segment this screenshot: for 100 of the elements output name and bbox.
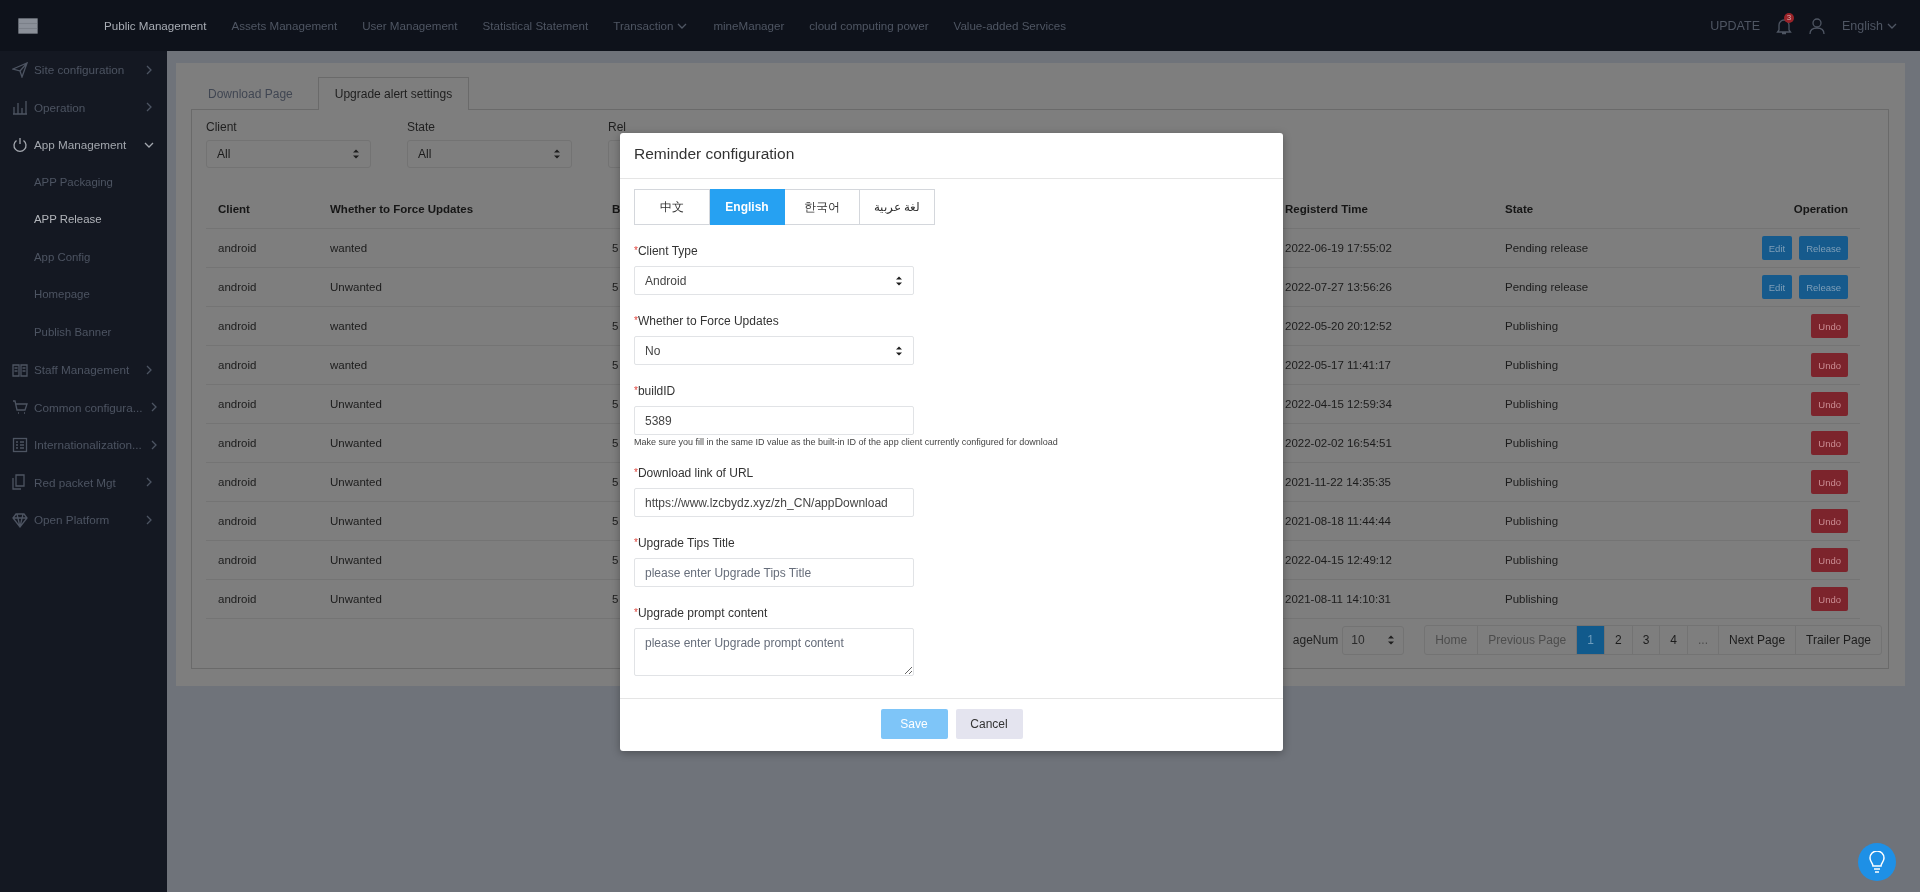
menu-item-icon	[12, 511, 28, 528]
cancel-button[interactable]: Cancel	[955, 709, 1023, 739]
text-area[interactable]: please enter Upgrade prompt content	[634, 628, 914, 676]
submenu-item[interactable]: Homepage	[0, 276, 167, 314]
field-label: buildID	[637, 384, 676, 398]
submenu-item[interactable]: APP Packaging	[0, 163, 167, 201]
user-icon	[1808, 16, 1826, 35]
dropdown-field[interactable]: Android	[634, 266, 914, 295]
language-tab[interactable]: 한국어	[785, 189, 860, 225]
dropdown-field[interactable]: No	[634, 336, 914, 365]
sidebar-item[interactable]: Open Platform	[0, 501, 167, 539]
language-tab[interactable]: English	[710, 189, 785, 225]
undo-button[interactable]: Undo	[1811, 431, 1848, 455]
sidebar-label: App Management	[34, 138, 128, 152]
sidebar-item[interactable]: Red packet Mgt	[0, 463, 167, 501]
menu-item-icon	[12, 399, 28, 416]
table-cell: Publishing	[1493, 345, 1693, 385]
table-cell: wanted	[318, 228, 600, 268]
nav-link[interactable]: mineManager	[713, 19, 785, 32]
field-label: Whether to Force Updates	[637, 314, 779, 328]
page-link[interactable]: 4	[1659, 626, 1687, 654]
undo-button[interactable]: Undo	[1811, 353, 1848, 377]
table-cell: Unwanted	[318, 579, 600, 619]
action-button[interactable]: Release	[1799, 236, 1848, 260]
page-tab[interactable]: Upgrade alert settings	[317, 77, 470, 110]
page-size-select[interactable]: 10	[1342, 625, 1405, 655]
nav-link[interactable]: Value-added Services	[953, 19, 1067, 32]
undo-button[interactable]: Undo	[1811, 509, 1848, 533]
updown-caret-icon	[352, 148, 360, 160]
sidebar-label: Operation	[34, 100, 87, 114]
table-cell: Publishing	[1493, 462, 1693, 502]
language-tab[interactable]: لغة عربية	[860, 189, 935, 225]
column-header: State	[1493, 190, 1693, 229]
undo-button[interactable]: Undo	[1811, 470, 1848, 494]
sidebar-item[interactable]: Staff Management	[0, 351, 167, 389]
update-link[interactable]: UPDATE	[1710, 18, 1760, 33]
table-cell: Pending release	[1493, 228, 1693, 268]
input-field[interactable]: https://www.lzcbydz.xyz/zh_CN/appDownload	[634, 488, 914, 517]
menu-item-icon	[12, 361, 28, 378]
nav-link[interactable]: Transaction	[613, 19, 689, 32]
page-link[interactable]: 1	[1576, 626, 1604, 654]
table-cell: android	[206, 423, 318, 463]
column-header: Operation	[1693, 190, 1860, 229]
table-cell: Publishing	[1493, 423, 1693, 463]
nav-link[interactable]: User Management	[362, 19, 458, 32]
table-cell: Unwanted	[318, 540, 600, 580]
bell-icon	[1776, 16, 1792, 35]
notification-button[interactable]: 3	[1776, 16, 1792, 35]
sidebar-item[interactable]: Operation	[0, 88, 167, 126]
sidebar-item[interactable]: Common configura...	[0, 388, 167, 426]
table-cell: Publishing	[1493, 306, 1693, 346]
required-mark: *	[634, 467, 638, 478]
page-tab[interactable]: Download Page	[191, 78, 310, 109]
nav-link[interactable]: Public Management	[104, 19, 207, 32]
updown-caret-icon	[1387, 634, 1396, 646]
page-link[interactable]: 2	[1603, 626, 1632, 654]
nav-link[interactable]: cloud computing power	[809, 19, 929, 32]
undo-button[interactable]: Undo	[1811, 587, 1848, 611]
table-cell: Publishing	[1493, 540, 1693, 580]
table-cell: Unwanted	[318, 462, 600, 502]
sidebar-label: Staff Management	[34, 363, 131, 377]
menu-item-icon	[12, 136, 28, 153]
nav-link[interactable]: Assets Management	[231, 19, 338, 32]
sidebar-label: Red packet Mgt	[34, 475, 117, 489]
dialog-title: Reminder configuration	[620, 133, 1283, 179]
page-link[interactable]: Trailer Page	[1795, 626, 1881, 654]
page-link[interactable]: 3	[1631, 626, 1660, 654]
filter-select[interactable]: All	[407, 140, 572, 168]
table-cell: Publishing	[1493, 579, 1693, 619]
language-tab[interactable]: 中文	[634, 189, 710, 225]
undo-button[interactable]: Undo	[1811, 314, 1848, 338]
sidebar-item[interactable]: App Management	[0, 126, 167, 164]
nav-link[interactable]: Statistical Statement	[482, 19, 589, 32]
undo-button[interactable]: Undo	[1811, 548, 1848, 572]
sidebar-item[interactable]: Site configuration	[0, 51, 167, 89]
page-link[interactable]: Next Page	[1718, 626, 1796, 654]
input-field[interactable]: please enter Upgrade Tips Title	[634, 558, 914, 587]
table-cell: Unwanted	[318, 267, 600, 307]
table-cell: android	[206, 579, 318, 619]
filter-label: State	[407, 120, 437, 134]
updown-caret-icon	[895, 274, 903, 287]
field-label: Client Type	[637, 244, 698, 258]
language-menu[interactable]: English	[1842, 18, 1898, 33]
action-button[interactable]: Release	[1799, 275, 1848, 299]
submenu-item[interactable]: Publish Banner	[0, 313, 167, 351]
table-cell: Unwanted	[318, 384, 600, 424]
input-field[interactable]: 5389	[634, 406, 914, 435]
menu-item-icon	[12, 99, 28, 116]
sidebar-item[interactable]: Internationalization...	[0, 426, 167, 464]
menu-item-icon	[12, 61, 28, 78]
undo-button[interactable]: Undo	[1811, 392, 1848, 416]
help-button[interactable]	[1858, 843, 1896, 881]
action-button[interactable]: Edit	[1761, 275, 1793, 299]
submenu-item[interactable]: App Config	[0, 238, 167, 276]
filter-select[interactable]: All	[206, 140, 371, 168]
action-button[interactable]: Edit	[1761, 236, 1793, 260]
table-cell: android	[206, 267, 318, 307]
sidebar-label: Open Platform	[34, 513, 111, 527]
table-cell: Unwanted	[318, 423, 600, 463]
submenu-item[interactable]: APP Release	[0, 201, 167, 239]
